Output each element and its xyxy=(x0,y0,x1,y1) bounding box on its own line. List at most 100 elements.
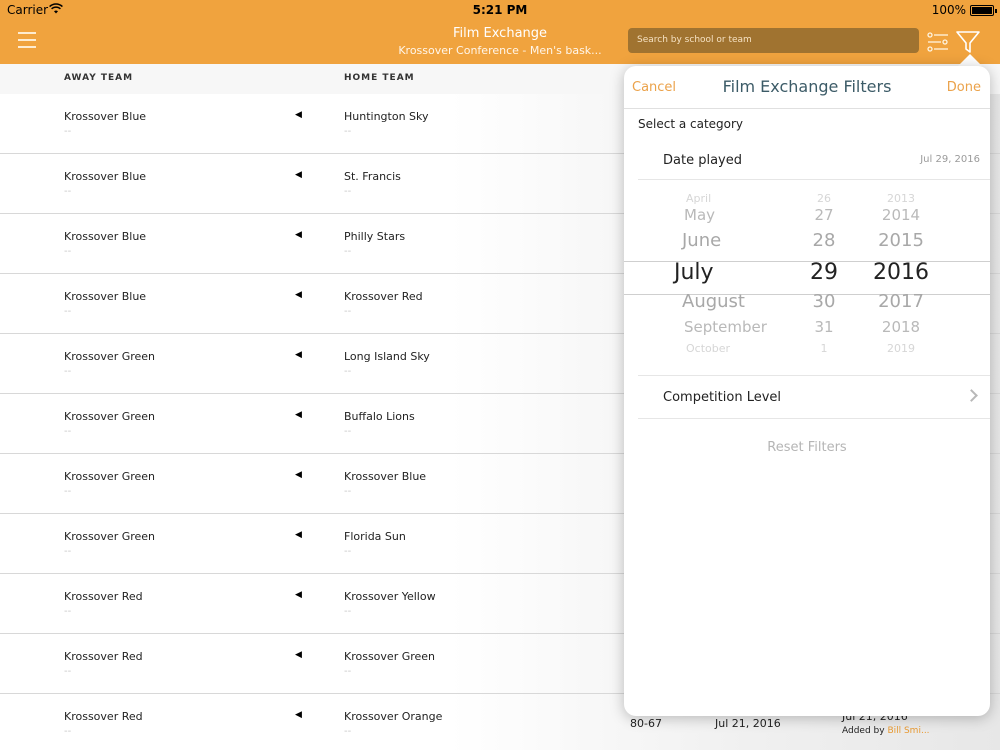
game-score: 80-67 xyxy=(630,717,662,730)
home-team-record: -- xyxy=(344,726,352,737)
date-picker[interactable]: April May June July August September October 26… xyxy=(624,190,990,360)
popover-header: Cancel Film Exchange Filters Done xyxy=(624,66,990,109)
filter-list-icon[interactable] xyxy=(927,31,949,53)
picker-day-selected[interactable]: 29 xyxy=(804,260,844,285)
picker-day[interactable]: 30 xyxy=(804,291,844,312)
date-played-row[interactable]: Date played Jul 29, 2016 xyxy=(638,144,990,180)
play-arrow-icon: ◀ xyxy=(295,710,302,720)
game-date: Jul 21, 2016 xyxy=(715,717,781,730)
picker-day[interactable]: 31 xyxy=(804,318,844,336)
home-team-record: -- xyxy=(344,546,352,557)
competition-level-row[interactable]: Competition Level xyxy=(638,375,990,419)
home-team: Krossover Orange xyxy=(344,710,443,723)
away-team-record: -- xyxy=(64,546,72,557)
popover-arrow xyxy=(958,54,982,66)
home-team: Krossover Yellow xyxy=(344,590,436,603)
home-team: Florida Sun xyxy=(344,530,406,543)
home-team: Huntington Sky xyxy=(344,110,429,123)
play-arrow-icon: ◀ xyxy=(295,410,302,420)
away-team-record: -- xyxy=(64,246,72,257)
status-bar: Carrier 5:21 PM 100% xyxy=(0,0,1000,20)
away-team: Krossover Green xyxy=(64,410,156,423)
page-title: Film Exchange xyxy=(452,26,548,41)
away-team-record: -- xyxy=(64,486,72,497)
picker-month[interactable]: August xyxy=(682,291,802,312)
picker-month[interactable]: May xyxy=(684,206,804,224)
away-team: Krossover Green xyxy=(64,470,156,483)
away-team: Krossover Red xyxy=(64,650,143,663)
away-team-record: -- xyxy=(64,366,72,377)
popover-title: Film Exchange Filters xyxy=(722,77,892,96)
column-header-away: AWAY TEAM xyxy=(64,73,134,83)
nav-bar: Film Exchange Krossover Conference - Men… xyxy=(0,20,1000,64)
filters-popover: Cancel Film Exchange Filters Done Select… xyxy=(624,66,990,716)
home-team: Buffalo Lions xyxy=(344,410,415,423)
picker-day[interactable]: 27 xyxy=(804,206,844,224)
home-team: Philly Stars xyxy=(344,230,406,243)
reset-filters-button[interactable]: Reset Filters xyxy=(624,440,990,455)
picker-year[interactable]: 2013 xyxy=(869,192,933,205)
away-team: Krossover Blue xyxy=(64,290,147,303)
play-arrow-icon: ◀ xyxy=(295,110,302,120)
play-arrow-icon: ◀ xyxy=(295,530,302,540)
play-arrow-icon: ◀ xyxy=(295,650,302,660)
picker-year[interactable]: 2017 xyxy=(869,291,933,312)
home-team: Krossover Blue xyxy=(344,470,427,483)
away-team: Krossover Red xyxy=(64,590,143,603)
added-by-user-link[interactable]: Bill Smi... xyxy=(887,726,929,736)
added-by-prefix: Added by xyxy=(842,726,888,736)
away-team-record: -- xyxy=(64,666,72,677)
home-team: Krossover Red xyxy=(344,290,423,303)
play-arrow-icon: ◀ xyxy=(295,470,302,480)
status-time: 5:21 PM xyxy=(472,3,528,17)
picker-year[interactable]: 2015 xyxy=(869,230,933,251)
away-team-record: -- xyxy=(64,306,72,317)
picker-month[interactable]: April xyxy=(686,192,806,205)
chevron-right-icon xyxy=(965,389,978,402)
away-team: Krossover Green xyxy=(64,530,156,543)
play-arrow-icon: ◀ xyxy=(295,590,302,600)
competition-level-label: Competition Level xyxy=(663,390,782,405)
away-team: Krossover Green xyxy=(64,350,156,363)
home-team-record: -- xyxy=(344,606,352,617)
home-team-record: -- xyxy=(344,186,352,197)
picker-year[interactable]: 2014 xyxy=(869,206,933,224)
search-input[interactable]: Search by school or team xyxy=(628,28,919,53)
done-button[interactable]: Done xyxy=(947,80,981,95)
play-arrow-icon: ◀ xyxy=(295,350,302,360)
page-subtitle: Krossover Conference - Men's bask... xyxy=(398,44,602,57)
picker-year-selected[interactable]: 2016 xyxy=(869,260,933,285)
home-team: Long Island Sky xyxy=(344,350,430,363)
away-team: Krossover Blue xyxy=(64,170,147,183)
picker-month[interactable]: October xyxy=(686,342,806,355)
picker-month-selected[interactable]: July xyxy=(674,260,794,285)
picker-month[interactable]: September xyxy=(684,318,804,336)
category-heading: Select a category xyxy=(638,117,744,131)
column-header-home: HOME TEAM xyxy=(344,73,415,83)
date-played-value: Jul 29, 2016 xyxy=(920,154,980,165)
away-team: Krossover Blue xyxy=(64,110,147,123)
picker-year[interactable]: 2019 xyxy=(869,342,933,355)
home-team-record: -- xyxy=(344,486,352,497)
picker-day[interactable]: 1 xyxy=(804,342,844,355)
home-team-record: -- xyxy=(344,426,352,437)
away-team-record: -- xyxy=(64,186,72,197)
home-team-record: -- xyxy=(344,126,352,137)
away-team: Krossover Red xyxy=(64,710,143,723)
home-team-record: -- xyxy=(344,306,352,317)
funnel-icon[interactable] xyxy=(955,29,981,55)
added-by: Added by Bill Smi... xyxy=(842,726,930,736)
play-arrow-icon: ◀ xyxy=(295,170,302,180)
home-team: Krossover Green xyxy=(344,650,436,663)
battery-percentage: 100% xyxy=(931,3,966,17)
picker-month[interactable]: June xyxy=(682,230,802,251)
battery-icon xyxy=(970,5,997,16)
menu-icon[interactable] xyxy=(18,32,36,48)
away-team-record: -- xyxy=(64,426,72,437)
date-played-label: Date played xyxy=(663,153,742,168)
picker-day[interactable]: 28 xyxy=(804,230,844,251)
away-team-record: -- xyxy=(64,726,72,737)
picker-year[interactable]: 2018 xyxy=(869,318,933,336)
play-arrow-icon: ◀ xyxy=(295,230,302,240)
picker-day[interactable]: 26 xyxy=(804,192,844,205)
